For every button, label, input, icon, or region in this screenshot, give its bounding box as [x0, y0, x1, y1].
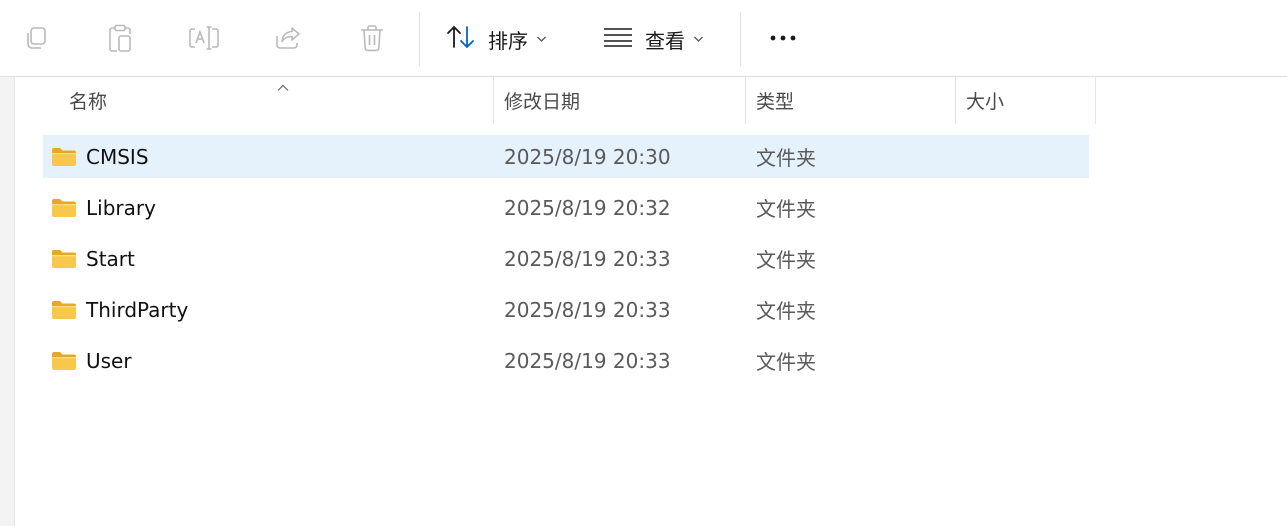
folder-icon	[51, 197, 77, 219]
file-modified: 2025/8/19 20:32	[504, 195, 671, 220]
file-type: 文件夹	[756, 248, 816, 272]
navigation-pane-edge	[0, 77, 15, 526]
file-name: User	[86, 348, 132, 373]
command-bar: 排序 查看	[0, 0, 1287, 77]
file-name: Start	[86, 246, 135, 271]
folder-icon	[51, 146, 77, 168]
file-type: 文件夹	[756, 146, 816, 170]
file-row[interactable]: ThirdParty 2025/8/19 20:33 文件夹	[43, 288, 1089, 331]
file-name: CMSIS	[86, 144, 149, 169]
folder-icon	[51, 248, 77, 270]
file-row[interactable]: User 2025/8/19 20:33 文件夹	[43, 339, 1089, 382]
more-icon	[767, 34, 799, 42]
view-icon	[603, 26, 633, 53]
file-name: Library	[86, 195, 156, 220]
column-header-size[interactable]: 大小	[966, 77, 1004, 124]
sort-menu-button[interactable]: 排序	[446, 20, 547, 58]
file-modified: 2025/8/19 20:33	[504, 348, 671, 373]
copy-button[interactable]	[16, 18, 56, 58]
chevron-down-icon	[536, 35, 547, 43]
file-row[interactable]: Start 2025/8/19 20:33 文件夹	[43, 237, 1089, 280]
delete-icon	[359, 23, 385, 53]
paste-icon	[106, 23, 134, 53]
paste-button[interactable]	[100, 18, 140, 58]
column-divider[interactable]	[493, 77, 494, 124]
file-modified: 2025/8/19 20:33	[504, 297, 671, 322]
column-divider[interactable]	[745, 77, 746, 124]
toolbar-separator	[740, 12, 741, 66]
column-header-type[interactable]: 类型	[756, 77, 794, 124]
file-type: 文件夹	[756, 299, 816, 323]
column-divider[interactable]	[1095, 77, 1096, 124]
share-icon	[273, 24, 303, 52]
copy-icon	[22, 24, 50, 52]
view-label: 查看	[645, 28, 685, 53]
rename-button[interactable]	[184, 18, 224, 58]
file-explorer-window: 排序 查看 名称 修改日期 类型 大小 CMSIS 2025/8/19 20:3…	[0, 0, 1287, 526]
folder-icon	[51, 299, 77, 321]
view-menu-button[interactable]: 查看	[603, 20, 704, 58]
folder-icon	[51, 350, 77, 372]
file-modified: 2025/8/19 20:30	[504, 144, 671, 169]
file-modified: 2025/8/19 20:33	[504, 246, 671, 271]
file-row[interactable]: Library 2025/8/19 20:32 文件夹	[43, 186, 1089, 229]
delete-button[interactable]	[352, 18, 392, 58]
column-divider[interactable]	[955, 77, 956, 124]
rename-icon	[188, 24, 220, 52]
sort-icon	[446, 24, 476, 55]
sort-label: 排序	[488, 28, 528, 53]
column-header: 名称 修改日期 类型 大小	[15, 77, 1287, 124]
toolbar-separator	[419, 12, 420, 66]
more-options-button[interactable]	[763, 18, 803, 58]
sort-ascending-icon	[277, 77, 289, 96]
file-type: 文件夹	[756, 350, 816, 374]
column-header-name[interactable]: 名称	[69, 77, 107, 124]
file-name: ThirdParty	[86, 297, 189, 322]
file-row[interactable]: CMSIS 2025/8/19 20:30 文件夹	[43, 135, 1089, 178]
file-type: 文件夹	[756, 197, 816, 221]
share-button[interactable]	[268, 18, 308, 58]
column-header-modified[interactable]: 修改日期	[504, 77, 580, 124]
chevron-down-icon	[693, 35, 704, 43]
